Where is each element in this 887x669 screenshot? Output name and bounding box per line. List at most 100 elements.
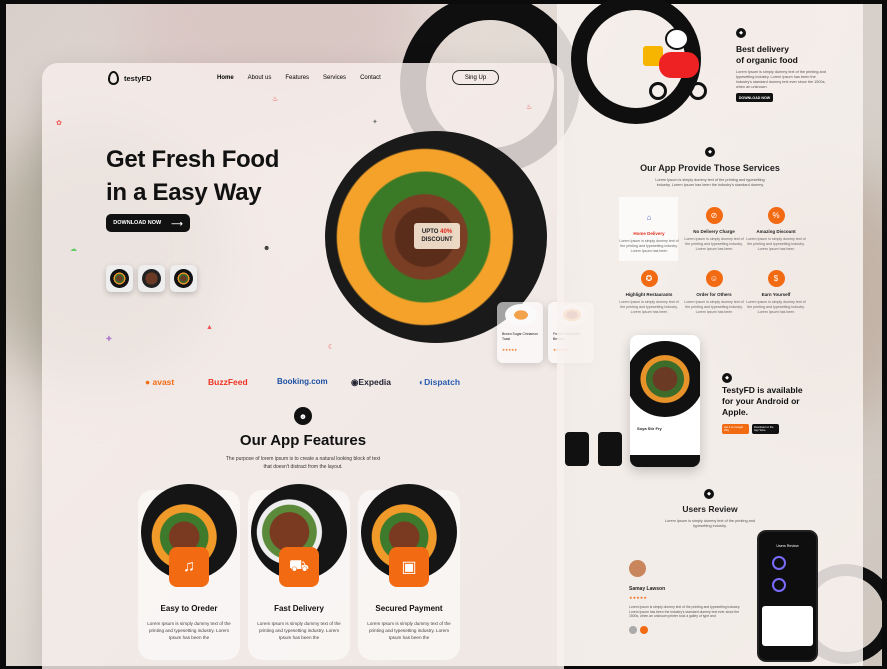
discount-icon: % (767, 207, 785, 224)
thumbnail-1[interactable] (106, 265, 133, 292)
delivery-title-line2: of organic food (736, 55, 798, 65)
feature-title: Secured Payment (375, 604, 443, 613)
phone-item-name: Soya Stir Fry (637, 426, 662, 431)
nav-about[interactable]: About us (248, 75, 272, 81)
features-title: Our App Features (239, 432, 367, 449)
payment-card-icon: ▣ (389, 547, 429, 587)
leaf-icon: ✿ (56, 120, 62, 127)
service-highlight-restaurants[interactable]: ✪ Highlight Restaurants Lorem Ipsum is s… (619, 270, 679, 315)
google-play-button[interactable]: Get it on Google Play (722, 424, 749, 434)
delivery-truck-icon: ⛟ (279, 547, 319, 587)
review-prev-button[interactable] (629, 626, 637, 634)
delivery-download-button[interactable]: DOWNLOAD NOW (736, 93, 773, 102)
hero-download-button[interactable]: DOWNLOAD NOW ⟶ (106, 214, 190, 232)
restaurant-icon: ✪ (640, 270, 658, 287)
service-title: Home Delivery (633, 231, 665, 236)
services-section-icon: ◆ (705, 147, 715, 157)
service-text: Lorem Ipsum is simply dummy text of the … (746, 237, 806, 251)
service-no-delivery-charge[interactable]: ⊘ No Delivery Charge Lorem Ipsum is simp… (684, 207, 744, 252)
feature-card-easy-order[interactable]: ♫ Easy to Oreder Lorem Ipsum is simply d… (138, 484, 240, 660)
service-title: Order for Others (696, 292, 732, 297)
feature-card-secured-payment[interactable]: ▣ Secured Payment Lorem Ipsum is simply … (358, 484, 460, 660)
review-phone-mockup: Users Review (757, 530, 818, 662)
app-store-button[interactable]: Download on the App Store (752, 424, 779, 434)
signup-button[interactable]: Sing Up (452, 70, 499, 85)
service-order-for-others[interactable]: ☺ Order for Others Lorem Ipsum is simply… (684, 270, 744, 315)
phone-review-title: Users Review (776, 544, 799, 548)
brand-name[interactable]: testyFD (124, 74, 152, 83)
service-title: No Delivery Charge (693, 229, 735, 234)
feature-text: Lorem Ipsum is simply dummy text of the … (147, 621, 231, 640)
features-subtitle: The purpose of lorem ipsum is to create … (225, 456, 381, 470)
toast-image (505, 304, 537, 326)
partner-dispatch-label: Dispatch (424, 377, 461, 387)
feature-title: Fast Delivery (274, 604, 324, 613)
app-title-line2: for your Android or (722, 396, 800, 406)
nav-features[interactable]: Features (285, 75, 309, 81)
feature-text: Lorem Ipsum is simply dummy text of the … (367, 621, 451, 640)
home-delivery-icon: ⌂ (646, 213, 652, 222)
reviewer-name: Samay Lawson (629, 586, 666, 592)
discount-badge: UPTO 40% DISCOUNT (414, 223, 460, 249)
thumbnail-3[interactable] (170, 265, 197, 292)
review-text: Lorem Ipsum is simply dummy text of the … (629, 605, 741, 619)
discount-label: DISCOUNT (421, 237, 453, 243)
app-title-line1: TestyFD is available (722, 385, 803, 395)
nav-contact[interactable]: Contact (360, 75, 381, 81)
app-small-card-1[interactable] (565, 432, 589, 466)
reviews-subtitle: Lorem Ipsum is simply dummy text of the … (665, 519, 755, 528)
feature-title: Easy to Oreder (160, 604, 218, 613)
pepper-icon: ☾ (328, 344, 335, 351)
hero-download-label: DOWNLOAD NOW (113, 220, 162, 226)
services-title: Our App Provide Those Services (640, 163, 780, 173)
partner-booking: Booking.com (277, 377, 328, 386)
app-small-card-2[interactable] (598, 432, 622, 466)
main-nav: Home About us Features Services Contact (217, 75, 381, 81)
service-amazing-discount[interactable]: % Amazing Discount Lorem Ipsum is simply… (746, 207, 806, 252)
section-icon: ◆ (736, 28, 746, 38)
cup-icon: ♨ (272, 96, 279, 103)
discount-upto: UPTO (421, 229, 439, 235)
order-icon: ♫ (169, 547, 209, 587)
services-subtitle: Lorem Ipsum is simply dummy text of the … (655, 178, 765, 187)
service-home-delivery[interactable]: ⌂ Home Delivery Lorem Ipsum is simply du… (619, 209, 679, 254)
nav-home[interactable]: Home (217, 75, 234, 81)
service-text: Lorem Ipsum is simply dummy text of the … (619, 239, 679, 253)
gift-icon: ✚ (106, 336, 112, 343)
reviews-section-icon: ◆ (704, 489, 714, 499)
features-section-icon: ☻ (294, 407, 312, 425)
nav-services[interactable]: Services (323, 75, 346, 81)
partner-avast: ● avast (145, 377, 175, 387)
discount-percent: 40% (440, 229, 453, 235)
thumbnail-2[interactable] (138, 265, 165, 292)
reviewer-stars: ★★★★★ (629, 595, 647, 600)
reviewer-avatar (629, 560, 646, 577)
partner-expedia-label: Expedia (358, 377, 392, 387)
feature-card-fast-delivery[interactable]: ⛟ Fast Delivery Lorem Ipsum is simply du… (248, 484, 350, 660)
no-charge-icon: ⊘ (705, 207, 723, 224)
delivery-text: Lorem Ipsum is simply dummy text of the … (736, 70, 826, 89)
partner-avast-label: avast (152, 377, 175, 387)
carrot-icon: ✦ (372, 119, 378, 126)
cup2-icon: ♨ (526, 104, 533, 111)
service-title: Highlight Restaurants (625, 292, 673, 297)
logo-icon[interactable] (108, 71, 119, 85)
service-title: Amazing Discount (756, 229, 796, 234)
right-panel: ◆ Best delivery of organic food Lorem Ip… (557, 0, 863, 666)
app-section-icon: ◆ (722, 373, 732, 383)
review-next-button[interactable] (640, 626, 648, 634)
burger-icon: ☁ (70, 246, 77, 253)
arrow-right-icon: ⟶ (171, 218, 183, 228)
feature-text: Lorem Ipsum is simply dummy text of the … (257, 621, 341, 640)
partner-expedia: ◉Expedia (351, 377, 391, 388)
app-title-line3: Apple. (722, 407, 748, 417)
partner-buzzfeed: BuzzFeed (208, 377, 248, 387)
app-phone-mockup: Soya Stir Fry (630, 335, 700, 467)
food-mini-card-1[interactable]: Brown Sugar Cinnamon Toast ★★★★★ (497, 302, 543, 363)
service-text: Lorem Ipsum is simply dummy text of the … (684, 237, 744, 251)
service-earn-yourself[interactable]: $ Earn Yourself Lorem Ipsum is simply du… (746, 270, 806, 315)
mini-card-title: Brown Sugar Cinnamon Toast (502, 332, 538, 341)
hero-title-line1: Get Fresh Food (106, 146, 280, 173)
panda-delivery-image (643, 26, 713, 108)
service-title: Earn Yourself (761, 292, 791, 297)
